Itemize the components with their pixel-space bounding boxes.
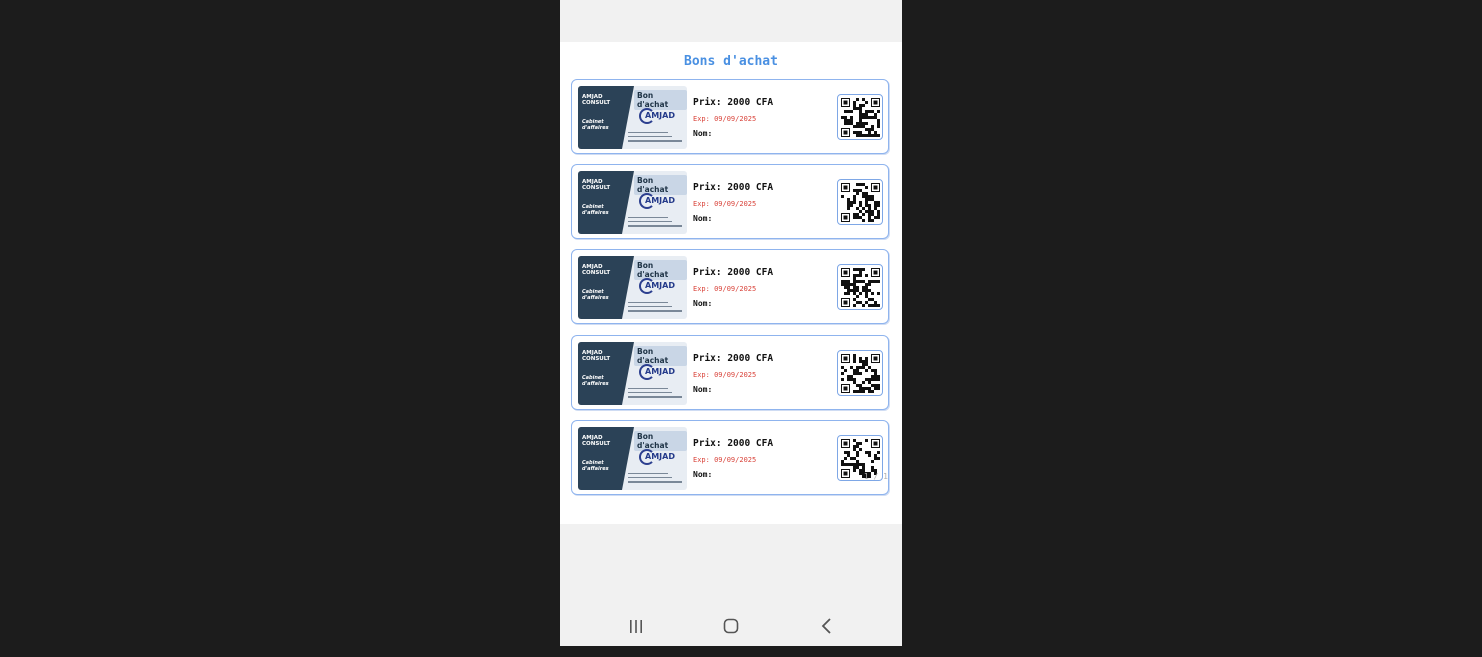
voucher-expiry: Exp: 09/09/2025 [693, 285, 757, 293]
voucher-name-field: Nom: [693, 470, 713, 479]
voucher-banner: AMJAD CONSULT Cabinet d'affaires Bon d'ach… [578, 342, 687, 405]
voucher-card[interactable]: AMJAD CONSULT Cabinet d'affaires Bon d'ach… [571, 335, 889, 410]
voucher-price: Prix: 2000 CFA [693, 182, 774, 193]
voucher-price: Prix: 2000 CFA [693, 267, 774, 278]
voucher-card[interactable]: AMJAD CONSULT Cabinet d'affaires Bon d'ach… [571, 249, 889, 324]
voucher-label: Bon d'achat [634, 431, 687, 451]
voucher-expiry: Exp: 09/09/2025 [693, 200, 757, 208]
logo-text: AMJAD [645, 367, 675, 376]
brand-name: AMJAD CONSULT [582, 179, 611, 191]
voucher-label: Bon d'achat [634, 175, 687, 195]
voucher-banner: AMJAD CONSULT Cabinet d'affaires Bon d'ach… [578, 427, 687, 490]
pdf-page: Bons d'achat AMJAD CONSULT Cabinet d'affai… [560, 42, 902, 524]
page-title: Bons d'achat [684, 54, 778, 69]
qr-pattern [841, 268, 880, 307]
voucher-price: Prix: 2000 CFA [693, 438, 774, 449]
amjad-logo: AMJAD [639, 193, 675, 211]
voucher-name-field: Nom: [693, 299, 713, 308]
contact-info [628, 302, 684, 315]
contact-info [628, 388, 684, 401]
voucher-name-field: Nom: [693, 129, 713, 138]
amjad-logo: AMJAD [639, 108, 675, 126]
logo-text: AMJAD [645, 111, 675, 120]
brand-name: AMJAD CONSULT [582, 264, 611, 276]
qr-pattern [841, 354, 880, 393]
voucher-expiry: Exp: 09/09/2025 [693, 115, 757, 123]
phone-screen: Bons d'achat AMJAD CONSULT Cabinet d'affai… [560, 0, 902, 646]
qr-code [837, 179, 883, 225]
contact-info [628, 132, 684, 145]
brand-name: AMJAD CONSULT [582, 435, 611, 447]
brand-tagline: Cabinet d'affaires [582, 289, 609, 301]
voucher-banner: AMJAD CONSULT Cabinet d'affaires Bon d'ach… [578, 171, 687, 234]
qr-pattern [841, 98, 880, 137]
logo-text: AMJAD [645, 281, 675, 290]
amjad-logo: AMJAD [639, 449, 675, 467]
voucher-card[interactable]: AMJAD CONSULT Cabinet d'affaires Bon d'ach… [571, 420, 889, 495]
voucher-label: Bon d'achat [634, 346, 687, 366]
voucher-expiry: Exp: 09/09/2025 [693, 456, 757, 464]
system-navigation-bar [560, 606, 902, 646]
amjad-logo: AMJAD [639, 364, 675, 382]
brand-tagline: Cabinet d'affaires [582, 375, 609, 387]
brand-tagline: Cabinet d'affaires [582, 460, 609, 472]
voucher-label: Bon d'achat [634, 260, 687, 280]
voucher-card[interactable]: AMJAD CONSULT Cabinet d'affaires Bon d'ach… [571, 79, 889, 154]
amjad-logo: AMJAD [639, 278, 675, 296]
voucher-expiry: Exp: 09/09/2025 [693, 371, 757, 379]
voucher-price: Prix: 2000 CFA [693, 97, 774, 108]
contact-info [628, 473, 684, 486]
qr-pattern [841, 183, 880, 222]
recent-apps-icon[interactable] [624, 614, 648, 638]
brand-name: AMJAD CONSULT [582, 350, 611, 362]
qr-code [837, 264, 883, 310]
page-indicator: 1 / 1 [863, 472, 888, 481]
qr-code [837, 94, 883, 140]
voucher-name-field: Nom: [693, 385, 713, 394]
voucher-banner: AMJAD CONSULT Cabinet d'affaires Bon d'ach… [578, 256, 687, 319]
contact-info [628, 217, 684, 230]
voucher-banner: AMJAD CONSULT Cabinet d'affaires Bon d'ach… [578, 86, 687, 149]
back-icon[interactable] [815, 614, 839, 638]
voucher-label: Bon d'achat [634, 90, 687, 110]
qr-code [837, 350, 883, 396]
brand-name: AMJAD CONSULT [582, 94, 611, 106]
logo-text: AMJAD [645, 452, 675, 461]
voucher-name-field: Nom: [693, 214, 713, 223]
home-icon[interactable] [719, 614, 743, 638]
logo-text: AMJAD [645, 196, 675, 205]
voucher-card[interactable]: AMJAD CONSULT Cabinet d'affaires Bon d'ach… [571, 164, 889, 239]
brand-tagline: Cabinet d'affaires [582, 119, 609, 131]
brand-tagline: Cabinet d'affaires [582, 204, 609, 216]
voucher-price: Prix: 2000 CFA [693, 353, 774, 364]
